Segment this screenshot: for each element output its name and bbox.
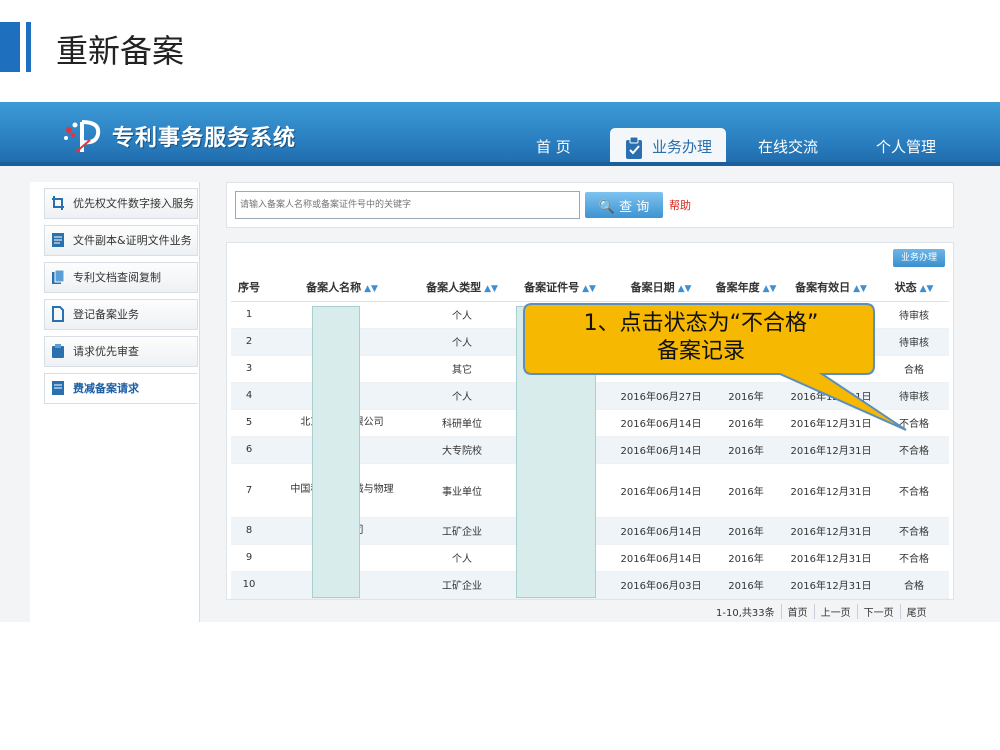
callout-line2: 备案记录 <box>656 339 745 364</box>
callout-line1: 1、点击状态为“不合格” <box>583 311 819 336</box>
callout-bubble <box>523 303 907 431</box>
callout-text: 1、点击状态为“不合格” 备案记录 <box>526 310 876 366</box>
